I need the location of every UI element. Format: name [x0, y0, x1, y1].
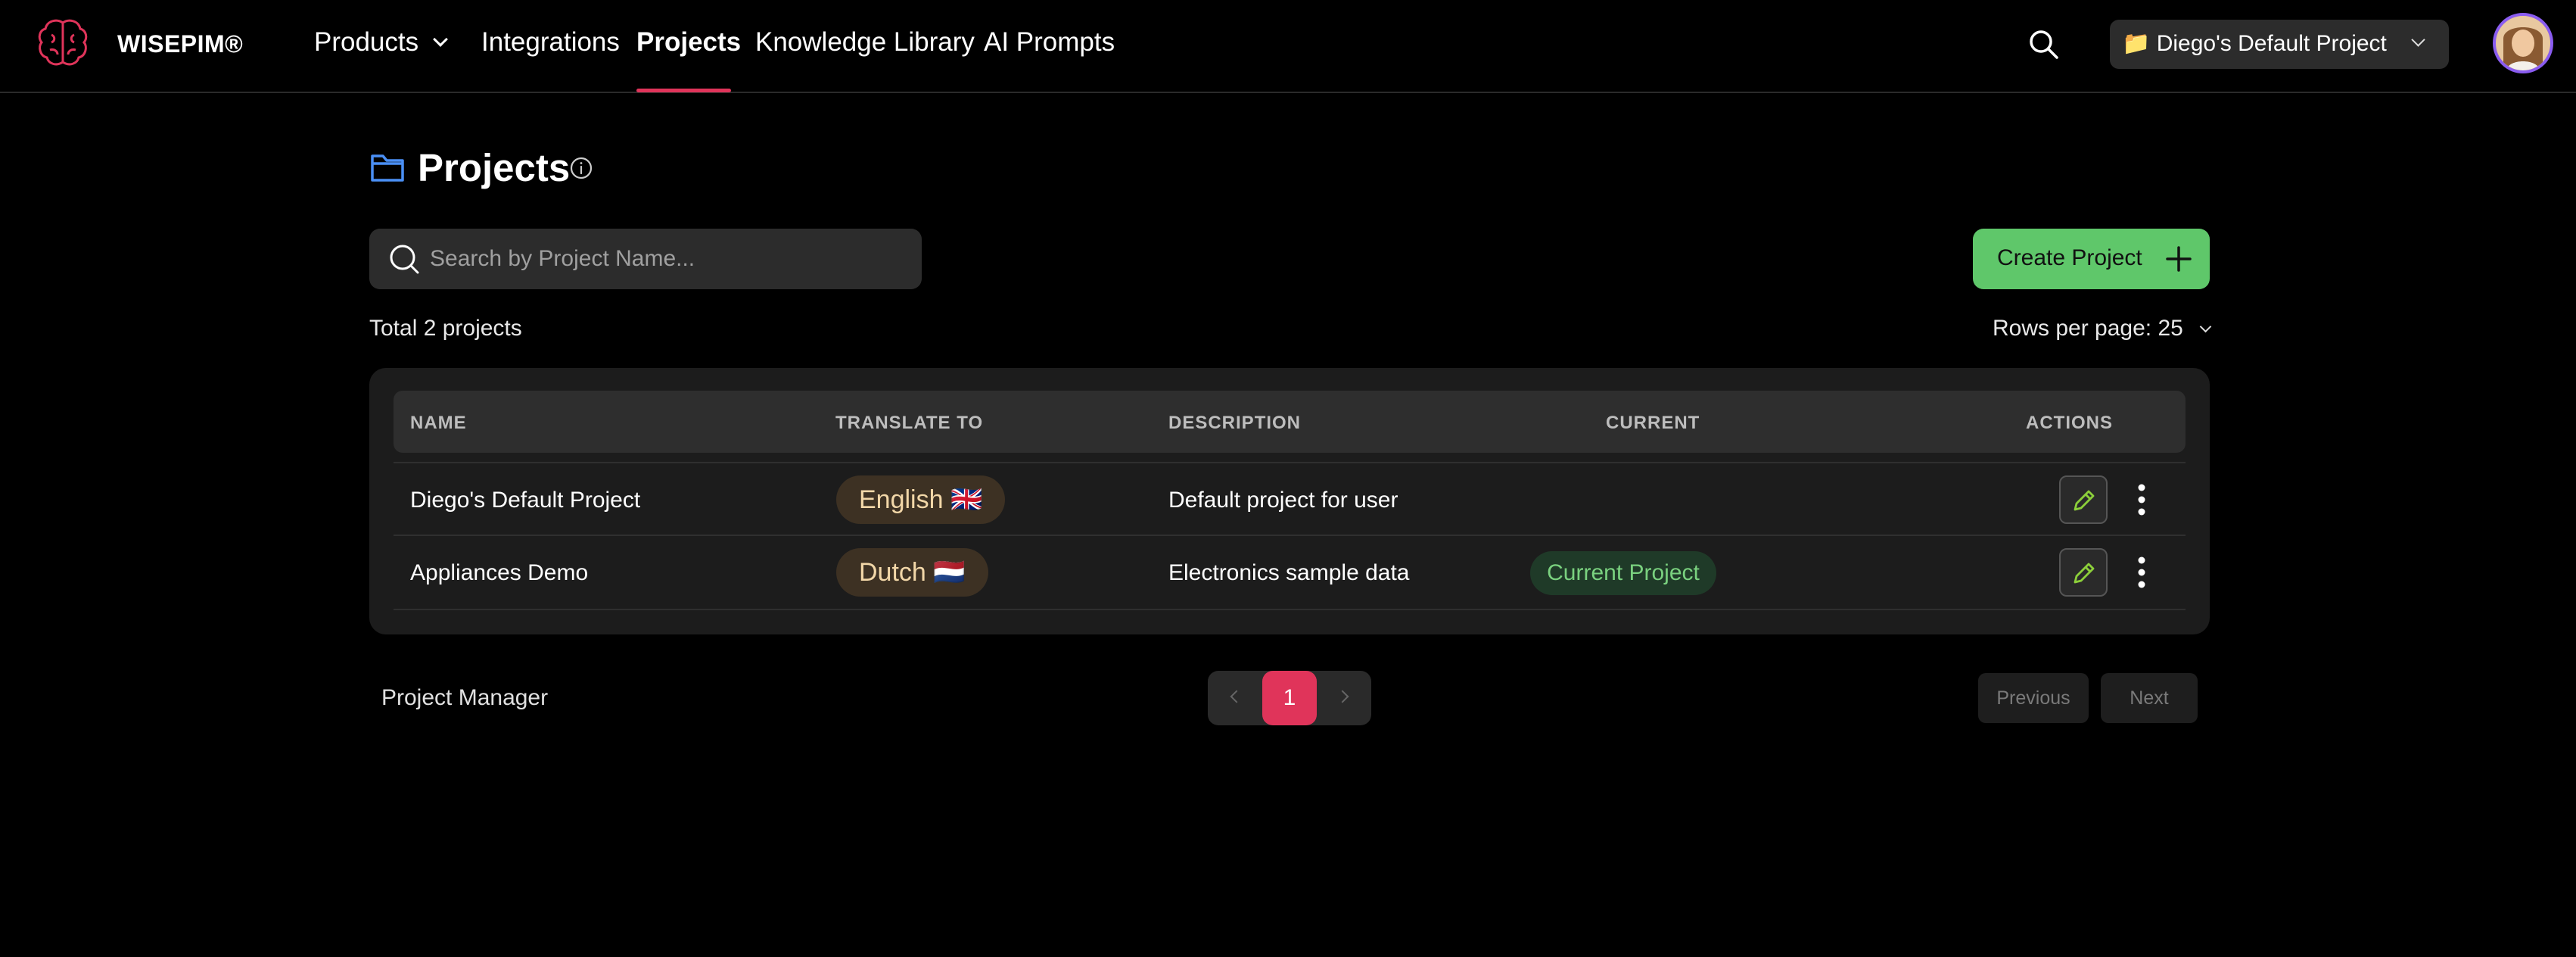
pencil-icon [2074, 563, 2095, 584]
chevron-right-icon[interactable] [1336, 690, 1349, 703]
nav-products[interactable]: Products [314, 27, 449, 58]
edit-button[interactable] [2059, 475, 2108, 524]
project-name[interactable]: Appliances Demo [410, 560, 588, 586]
user-avatar[interactable] [2493, 13, 2553, 73]
edit-button[interactable] [2059, 548, 2108, 597]
column-header-current[interactable]: CURRENT [1606, 413, 1700, 434]
folder-icon [369, 150, 406, 183]
page-number-button[interactable]: 1 [1262, 671, 1317, 725]
nav-integrations[interactable]: Integrations [481, 27, 620, 58]
chevron-down-icon [2411, 33, 2425, 47]
chevron-down-icon [2199, 320, 2212, 333]
info-icon[interactable] [569, 156, 593, 180]
column-header-description[interactable]: DESCRIPTION [1168, 413, 1301, 434]
pencil-icon [2074, 490, 2095, 511]
project-switcher-dropdown[interactable]: 📁 Diego's Default Project [2110, 20, 2449, 69]
page-title: Projects [418, 146, 571, 189]
top-navbar: WISEPIM® Products Integrations Projects … [0, 0, 2576, 93]
column-header-actions: ACTIONS [2026, 413, 2113, 433]
create-project-label: Create Project [1997, 245, 2142, 270]
language-badge: English 🇬🇧 [836, 475, 1006, 524]
projects-table: NAME TRANSLATE TO DESCRIPTION CURRENT AC… [369, 368, 2210, 634]
chevron-left-icon[interactable] [1230, 690, 1243, 703]
nav-products-label: Products [314, 27, 419, 57]
current-project-badge: Current Project [1530, 551, 1716, 595]
plus-icon [2165, 245, 2192, 273]
create-project-button[interactable]: Create Project [1973, 229, 2210, 289]
project-description: Default project for user [1168, 488, 1398, 513]
pagination: 1 [1208, 671, 1371, 725]
project-switcher-label: 📁 Diego's Default Project [2122, 31, 2387, 56]
rows-per-page-label: Rows per page: 25 [1993, 316, 2183, 341]
search-input[interactable] [430, 229, 907, 289]
chevron-down-icon [433, 32, 449, 47]
next-page-button[interactable]: Next [2101, 673, 2198, 723]
table-header: NAME TRANSLATE TO DESCRIPTION CURRENT AC… [394, 391, 2186, 453]
more-options-icon[interactable] [2128, 480, 2155, 519]
previous-page-button[interactable]: Previous [1978, 673, 2089, 723]
project-name[interactable]: Diego's Default Project [410, 488, 640, 513]
active-tab-indicator [636, 89, 731, 92]
rows-per-page-select[interactable]: Rows per page: 25 [1993, 316, 2212, 341]
nav-projects[interactable]: Projects [636, 27, 741, 58]
footer-label: Project Manager [381, 685, 549, 710]
nav-knowledge-library[interactable]: Knowledge Library [755, 27, 975, 58]
brain-logo-icon[interactable] [35, 17, 91, 70]
table-row[interactable]: Appliances Demo Dutch 🇳🇱 Electronics sam… [394, 536, 2186, 610]
search-icon [387, 242, 421, 276]
search-icon[interactable] [2027, 27, 2061, 62]
brand-name[interactable]: WISEPIM® [117, 30, 243, 58]
language-badge: Dutch 🇳🇱 [836, 548, 988, 597]
column-header-translate-to[interactable]: TRANSLATE TO [835, 413, 983, 434]
table-row[interactable]: Diego's Default Project English 🇬🇧 Defau… [394, 462, 2186, 536]
total-projects-count: Total 2 projects [369, 316, 522, 341]
column-header-name[interactable]: NAME [410, 413, 467, 434]
more-options-icon[interactable] [2128, 553, 2155, 592]
nav-ai-prompts[interactable]: AI Prompts [984, 27, 1115, 58]
project-search [369, 229, 922, 289]
project-description: Electronics sample data [1168, 560, 1410, 585]
